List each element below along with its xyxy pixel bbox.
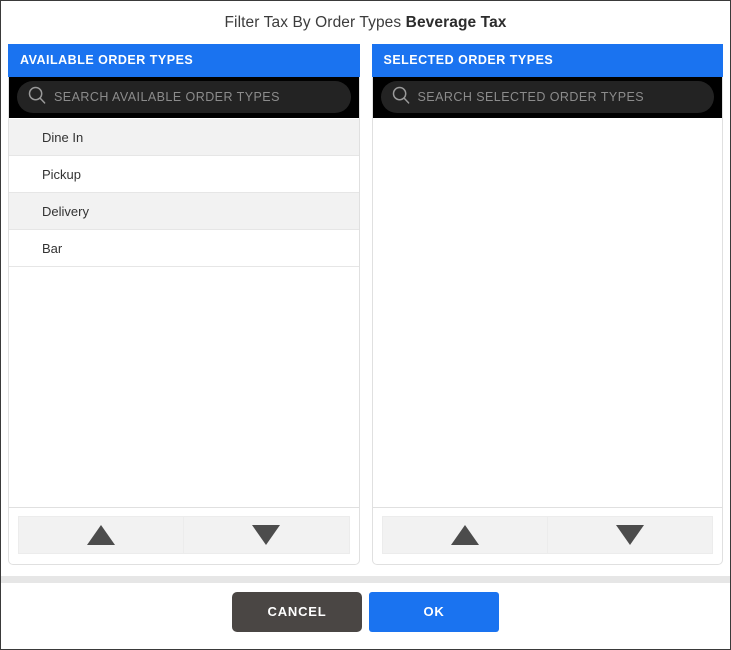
available-panel-header: AVAILABLE ORDER TYPES <box>8 44 360 77</box>
available-scroll-down-button[interactable] <box>183 516 349 554</box>
dialog-footer: CANCEL OK <box>1 583 730 640</box>
list-item[interactable]: Delivery <box>9 193 359 230</box>
list-item[interactable]: Bar <box>9 230 359 267</box>
available-order-types-list[interactable]: Dine In Pickup Delivery Bar <box>9 118 359 507</box>
list-item-label: Pickup <box>42 167 81 182</box>
selected-panel-header: SELECTED ORDER TYPES <box>372 44 724 77</box>
selected-scroll-up-button[interactable] <box>382 516 547 554</box>
filter-tax-dialog: Filter Tax By Order Types Beverage Tax A… <box>0 0 731 650</box>
available-scroll-up-button[interactable] <box>18 516 183 554</box>
available-order-types-panel: AVAILABLE ORDER TYPES Dine In <box>8 45 360 565</box>
selected-panel-arrow-controls <box>373 507 723 564</box>
available-search-strip <box>9 77 359 118</box>
list-item-label: Dine In <box>42 130 83 145</box>
selected-search-strip <box>373 77 723 118</box>
search-icon <box>391 85 411 110</box>
list-item-label: Delivery <box>42 204 89 219</box>
ok-button[interactable]: OK <box>369 592 499 632</box>
triangle-down-icon <box>616 525 644 545</box>
triangle-up-icon <box>451 525 479 545</box>
selected-scroll-down-button[interactable] <box>547 516 713 554</box>
available-panel-arrow-controls <box>9 507 359 564</box>
triangle-down-icon <box>252 525 280 545</box>
available-search-box[interactable] <box>17 81 351 113</box>
page-title: Filter Tax By Order Types Beverage Tax <box>1 1 730 45</box>
list-item[interactable]: Dine In <box>9 119 359 156</box>
search-icon <box>27 85 47 110</box>
triangle-up-icon <box>87 525 115 545</box>
page-title-prefix: Filter Tax By Order Types <box>224 14 405 32</box>
search-selected-order-types-input[interactable] <box>418 90 707 104</box>
footer-divider <box>1 576 730 583</box>
selected-order-types-list[interactable] <box>373 118 723 507</box>
dual-list-panels: AVAILABLE ORDER TYPES Dine In <box>1 45 730 565</box>
search-available-order-types-input[interactable] <box>54 90 343 104</box>
selected-search-box[interactable] <box>381 81 715 113</box>
list-item[interactable]: Pickup <box>9 156 359 193</box>
page-title-subject: Beverage Tax <box>406 14 507 32</box>
selected-order-types-panel: SELECTED ORDER TYPES <box>372 45 724 565</box>
list-item-label: Bar <box>42 241 62 256</box>
cancel-button[interactable]: CANCEL <box>232 592 362 632</box>
